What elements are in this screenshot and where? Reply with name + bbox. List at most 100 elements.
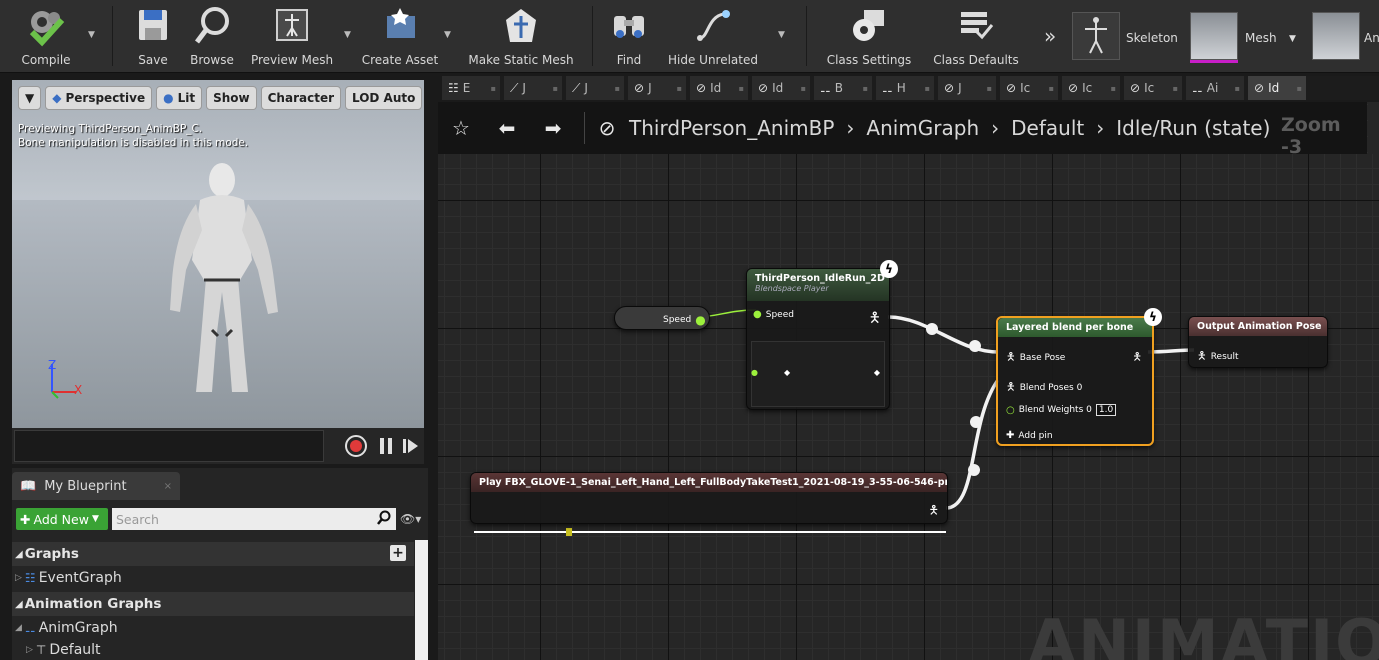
skeleton-mode-thumbnail[interactable] [1072, 12, 1120, 60]
graph-tab-close-icon[interactable]: ▪ [1111, 84, 1116, 93]
find-button[interactable]: Find [604, 4, 654, 70]
animation-label[interactable]: An [1364, 31, 1379, 45]
blend-poses-pin[interactable]: 🯅 Blend Poses 0 [1006, 378, 1082, 397]
view-options-eye-icon[interactable]: 👁▾ [400, 512, 421, 526]
graph-tab[interactable]: ⊘ Id ▪ [752, 76, 810, 100]
save-button[interactable]: Save [128, 4, 178, 70]
base-pose-pin[interactable]: 🯅 Base Pose [1006, 348, 1065, 367]
animation-mode-thumbnail[interactable] [1312, 12, 1360, 60]
step-forward-icon[interactable] [402, 436, 420, 456]
graph-tab[interactable]: ⚋ Ai ▪ [1186, 76, 1244, 100]
layered-output-pin[interactable]: 🯅 [1132, 348, 1142, 367]
wire-reroute-knot[interactable] [969, 340, 981, 352]
graph-tab[interactable]: ⟋ J ▪ [566, 76, 624, 100]
class-settings-button[interactable]: Class Settings [820, 4, 918, 70]
blendspace-player-node[interactable]: ThirdPerson_IdleRun_2D Blendspace Player… [746, 268, 890, 410]
graph-tab[interactable]: ⊘ J ▪ [628, 76, 686, 100]
perspective-button[interactable]: ◆ Perspective [45, 86, 153, 110]
blueprint-search-input[interactable]: Search [112, 508, 396, 530]
play-animation-sequence-node[interactable]: Play FBX_GLOVE-1_Senai_Left_Hand_Left_Fu… [470, 472, 948, 524]
graph-tab-close-icon[interactable]: ▪ [801, 84, 806, 93]
tab-close-icon[interactable]: × [164, 481, 172, 492]
wire-reroute-knot[interactable] [970, 416, 982, 428]
hide-unrelated-dropdown-icon[interactable]: ▼ [778, 30, 785, 40]
graph-tab-close-icon[interactable]: ▪ [1235, 84, 1240, 93]
overflow-chevron-icon[interactable]: » [1044, 24, 1056, 48]
graph-tab-close-icon[interactable]: ▪ [1297, 84, 1302, 93]
breadcrumb-animgraph[interactable]: AnimGraph [858, 116, 987, 140]
blend-weights-value-field[interactable]: 1.0 [1095, 404, 1117, 416]
graph-tab-close-icon[interactable]: ▪ [1049, 84, 1054, 93]
hide-unrelated-button[interactable]: Hide Unrelated [664, 4, 762, 70]
search-icon[interactable] [376, 510, 392, 526]
graph-tab-close-icon[interactable]: ▪ [491, 84, 496, 93]
graph-tab[interactable]: ⊘ Ic ▪ [1062, 76, 1120, 100]
compile-button[interactable]: Compile [8, 4, 84, 70]
play-progress-marker[interactable] [566, 528, 572, 536]
create-asset-button[interactable]: Create Asset [358, 4, 442, 70]
viewport-options-button[interactable]: ▼ [18, 86, 42, 110]
graph-tab[interactable]: ⚋ B ▪ [814, 76, 872, 100]
graph-tab[interactable]: ⊘ Id ▪ [1248, 76, 1306, 100]
character-button[interactable]: Character [260, 86, 341, 110]
pause-icon[interactable] [378, 436, 394, 456]
class-defaults-button[interactable]: Class Defaults [926, 4, 1026, 70]
blendspace-speed-pin[interactable]: ● Speed [753, 309, 794, 320]
add-pin-button[interactable]: ✚ Add pin [1006, 430, 1053, 441]
graph-tab-close-icon[interactable]: ▪ [553, 84, 558, 93]
lit-button[interactable]: ● Lit [156, 86, 203, 110]
compile-dropdown-icon[interactable]: ▼ [88, 30, 95, 40]
preview-viewport[interactable]: ▼ ◆ Perspective ● Lit Show Character LOD A… [12, 80, 424, 428]
favorite-star-icon[interactable]: ☆ [438, 116, 484, 140]
skeleton-label[interactable]: Skeleton [1126, 31, 1178, 45]
mesh-mode-thumbnail[interactable] [1190, 12, 1238, 60]
create-asset-dropdown-icon[interactable]: ▼ [444, 30, 451, 40]
graph-tab[interactable]: ⟋ J ▪ [504, 76, 562, 100]
mesh-label[interactable]: Mesh [1245, 31, 1277, 45]
record-icon[interactable] [344, 434, 368, 458]
show-button[interactable]: Show [206, 86, 257, 110]
mesh-dropdown-icon[interactable]: ▼ [1289, 34, 1296, 44]
add-graph-button[interactable]: + [390, 545, 406, 561]
add-new-button[interactable]: ✚ Add New ▼ [16, 508, 108, 530]
graph-tab[interactable]: ☷ E ▪ [442, 76, 500, 100]
preview-mesh-button[interactable]: Preview Mesh [244, 4, 340, 70]
my-blueprint-tab[interactable]: 📖 My Blueprint × [12, 472, 180, 500]
timeline-scrubber[interactable] [14, 430, 324, 462]
result-pin[interactable]: 🯅 Result [1197, 347, 1239, 366]
tree-item-eventgraph[interactable]: ▷ ☷ EventGraph [12, 567, 414, 589]
tree-item-default[interactable]: ▷ ⊤ Default [12, 639, 414, 660]
play-output-pin[interactable]: 🯅 [928, 501, 939, 522]
graph-tab[interactable]: ⊘ Id ▪ [690, 76, 748, 100]
preview-mesh-dropdown-icon[interactable]: ▼ [344, 30, 351, 40]
graph-tab[interactable]: ⊘ Ic ▪ [1000, 76, 1058, 100]
browse-button[interactable]: Browse [184, 4, 240, 70]
speed-output-pin[interactable]: Speed ● [663, 313, 706, 327]
graph-tab-close-icon[interactable]: ▪ [863, 84, 868, 93]
breadcrumb-default[interactable]: Default [1003, 116, 1092, 140]
graph-tab[interactable]: ⊘ Ic ▪ [1124, 76, 1182, 100]
layered-blend-per-bone-node[interactable]: Layered blend per bone 🯅 Base Pose 🯅 🯅 B… [996, 316, 1154, 446]
graph-tab[interactable]: ⊘ J ▪ [938, 76, 996, 100]
blend-weights-pin[interactable]: ○ Blend Weights 0 1.0 [1006, 404, 1117, 416]
graph-tab-close-icon[interactable]: ▪ [739, 84, 744, 93]
wire-reroute-knot[interactable] [968, 464, 980, 476]
forward-arrow-icon[interactable]: ➡ [530, 116, 576, 140]
graph-tab[interactable]: ⚋ H ▪ [876, 76, 934, 100]
wire-reroute-knot[interactable] [926, 323, 938, 335]
graph-tab-close-icon[interactable]: ▪ [925, 84, 930, 93]
speed-variable-node[interactable]: Speed ● [614, 306, 710, 330]
back-arrow-icon[interactable]: ⬅ [484, 116, 530, 140]
tree-item-animgraph[interactable]: ◢ ⚋ AnimGraph [12, 617, 414, 639]
anim-graph-canvas[interactable]: ANIMATION Speed ● ThirdPerson_IdleRun_2D [438, 102, 1379, 660]
breadcrumb-state[interactable]: Idle/Run (state) [1108, 116, 1278, 140]
output-animation-pose-node[interactable]: Output Animation Pose 🯅 Result [1188, 316, 1328, 368]
my-blueprint-scrollbar[interactable] [415, 540, 428, 660]
make-static-mesh-button[interactable]: Make Static Mesh [462, 4, 580, 70]
graph-tab-close-icon[interactable]: ▪ [615, 84, 620, 93]
graphs-section-header[interactable]: ◢ Graphs + [12, 542, 414, 566]
pose-output-pin[interactable]: 🯅 [869, 307, 881, 331]
graph-tab-close-icon[interactable]: ▪ [1173, 84, 1178, 93]
graph-tab-close-icon[interactable]: ▪ [987, 84, 992, 93]
graph-tab-close-icon[interactable]: ▪ [677, 84, 682, 93]
